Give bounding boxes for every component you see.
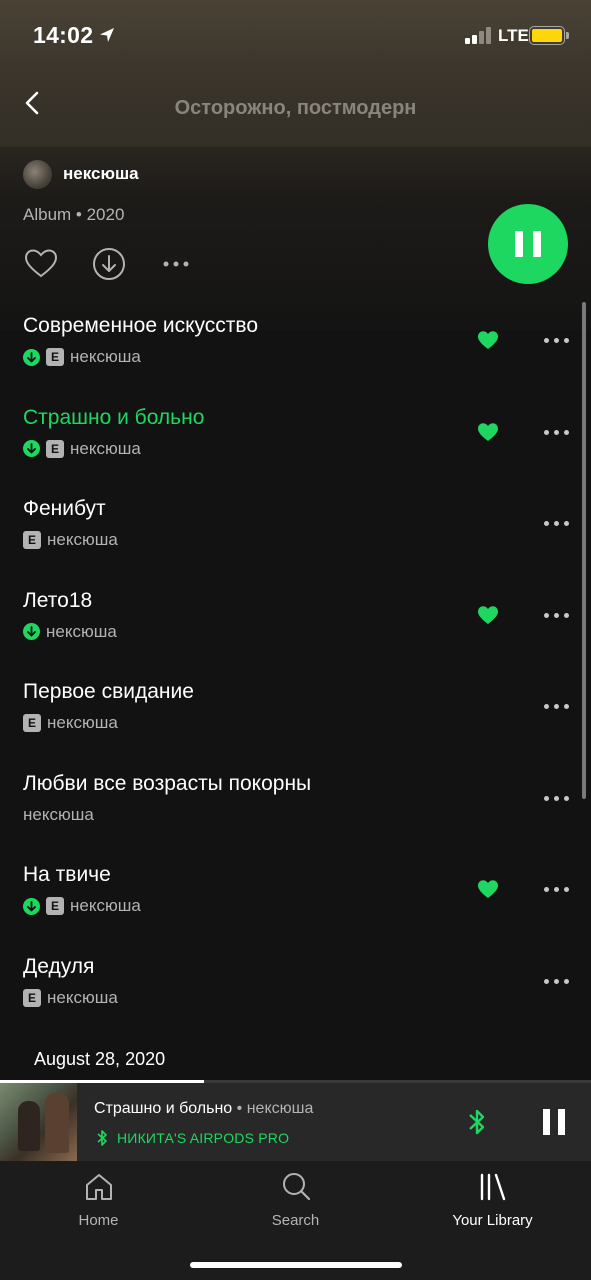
network-type: LTE [498, 26, 529, 45]
bluetooth-icon [97, 1130, 107, 1146]
connected-device: НИКИТА'S AIRPODS PRO [96, 1129, 289, 1147]
track-row[interactable]: На твиче Eнексюша [0, 849, 591, 941]
track-more-icon[interactable] [544, 338, 570, 344]
release-date: August 28, 2020 [34, 1049, 166, 1069]
heart-filled-icon[interactable] [477, 605, 499, 625]
track-subtitle: Eнексюша [23, 530, 118, 550]
explicit-badge: E [46, 348, 64, 366]
track-title: Современное искусство [23, 314, 258, 337]
track-more-icon[interactable] [544, 978, 570, 985]
track-subtitle: нексюша [23, 805, 94, 825]
explicit-badge: E [23, 531, 41, 549]
track-more-icon[interactable] [544, 429, 570, 436]
signal-icon [465, 27, 493, 44]
track-subtitle: Eнексюша [23, 713, 118, 733]
downloaded-icon [23, 440, 40, 457]
album-meta: Album • 2020 [23, 205, 125, 224]
heart-filled-icon[interactable] [477, 879, 499, 899]
heart-filled-icon[interactable] [477, 422, 499, 442]
downloaded-icon [23, 623, 40, 640]
bluetooth-device-icon[interactable] [467, 1108, 487, 1136]
track-subtitle: Eнексюша [23, 988, 118, 1008]
tab-search[interactable]: Search [197, 1161, 394, 1241]
track-artist: нексюша [70, 896, 141, 915]
track-subtitle: нексюша [23, 622, 117, 642]
now-playing-title: Страшно и больно • нексюша [94, 1100, 314, 1117]
avatar [23, 159, 52, 189]
home-indicator [190, 1262, 402, 1268]
track-row[interactable]: Первое свидание Eнексюша [0, 666, 591, 758]
track-more-icon[interactable] [544, 521, 570, 527]
downloaded-icon [23, 897, 40, 915]
pause-icon [515, 231, 523, 257]
artist-link[interactable]: нексюша [23, 159, 139, 189]
mini-pause-button[interactable] [543, 1109, 565, 1135]
home-icon [85, 1174, 112, 1200]
track-artist: нексюша [46, 621, 117, 641]
explicit-badge: E [46, 439, 64, 458]
explicit-badge: E [23, 988, 41, 1007]
tab-home[interactable]: Home [0, 1161, 197, 1241]
page-title: Осторожно, постмодерн [174, 97, 417, 119]
explicit-badge: E [23, 714, 41, 732]
track-artist: нексюша [47, 987, 118, 1007]
now-playing-artwork [0, 1083, 77, 1161]
track-subtitle: Eнексюша [23, 439, 141, 459]
track-subtitle: Eнексюша [23, 896, 141, 916]
track-title: Страшно и больно [23, 405, 205, 429]
more-icon[interactable] [161, 246, 197, 282]
search-icon [282, 1173, 310, 1201]
track-row[interactable]: Любви все возрасты покорны нексюша [0, 758, 591, 850]
track-row[interactable]: Современное искусство Eнексюша [0, 300, 591, 392]
artist-name: нексюша [63, 164, 139, 183]
track-title: Первое свидание [23, 680, 194, 703]
track-more-icon[interactable] [544, 704, 570, 710]
download-circle-icon[interactable] [91, 246, 127, 282]
track-title: На твиче [23, 863, 111, 886]
pause-button[interactable] [488, 204, 568, 284]
scrollbar[interactable] [582, 302, 586, 799]
track-artist: нексюша [47, 713, 118, 732]
track-more-icon[interactable] [544, 887, 570, 893]
track-artist: нексюша [23, 804, 94, 824]
track-artist: нексюша [70, 347, 141, 366]
track-subtitle: Eнексюша [23, 347, 141, 367]
track-row[interactable]: Дедуля Eнексюша [0, 941, 591, 1033]
track-title: Фенибут [23, 497, 106, 520]
downloaded-icon [23, 348, 40, 366]
track-row[interactable]: Лето18 нексюша [0, 575, 591, 667]
track-more-icon[interactable] [544, 795, 570, 802]
heart-outline-icon[interactable] [23, 246, 59, 282]
track-more-icon[interactable] [544, 612, 570, 619]
explicit-badge: E [46, 897, 64, 915]
track-title: Лето18 [23, 588, 93, 612]
battery-icon [529, 26, 569, 45]
library-icon [480, 1173, 505, 1201]
track-artist: нексюша [70, 438, 141, 458]
location-arrow-icon [100, 28, 114, 42]
track-row[interactable]: Страшно и больно Eнексюша [0, 392, 591, 484]
track-title: Дедуля [23, 954, 95, 978]
tab-your-library[interactable]: Your Library [394, 1161, 591, 1241]
track-row[interactable]: Фенибут Eнексюша [0, 483, 591, 575]
track-artist: нексюша [47, 530, 118, 549]
now-playing-bar[interactable]: Страшно и больно • нексюша НИКИТА'S AIRP… [0, 1083, 591, 1161]
track-title: Любви все возрасты покорны [23, 771, 312, 795]
heart-filled-icon[interactable] [477, 330, 499, 350]
top-bar: Осторожно, постмодерн [0, 75, 591, 147]
status-time: 14:02 [33, 22, 94, 48]
status-bar: 14:02 LTE [0, 0, 591, 70]
